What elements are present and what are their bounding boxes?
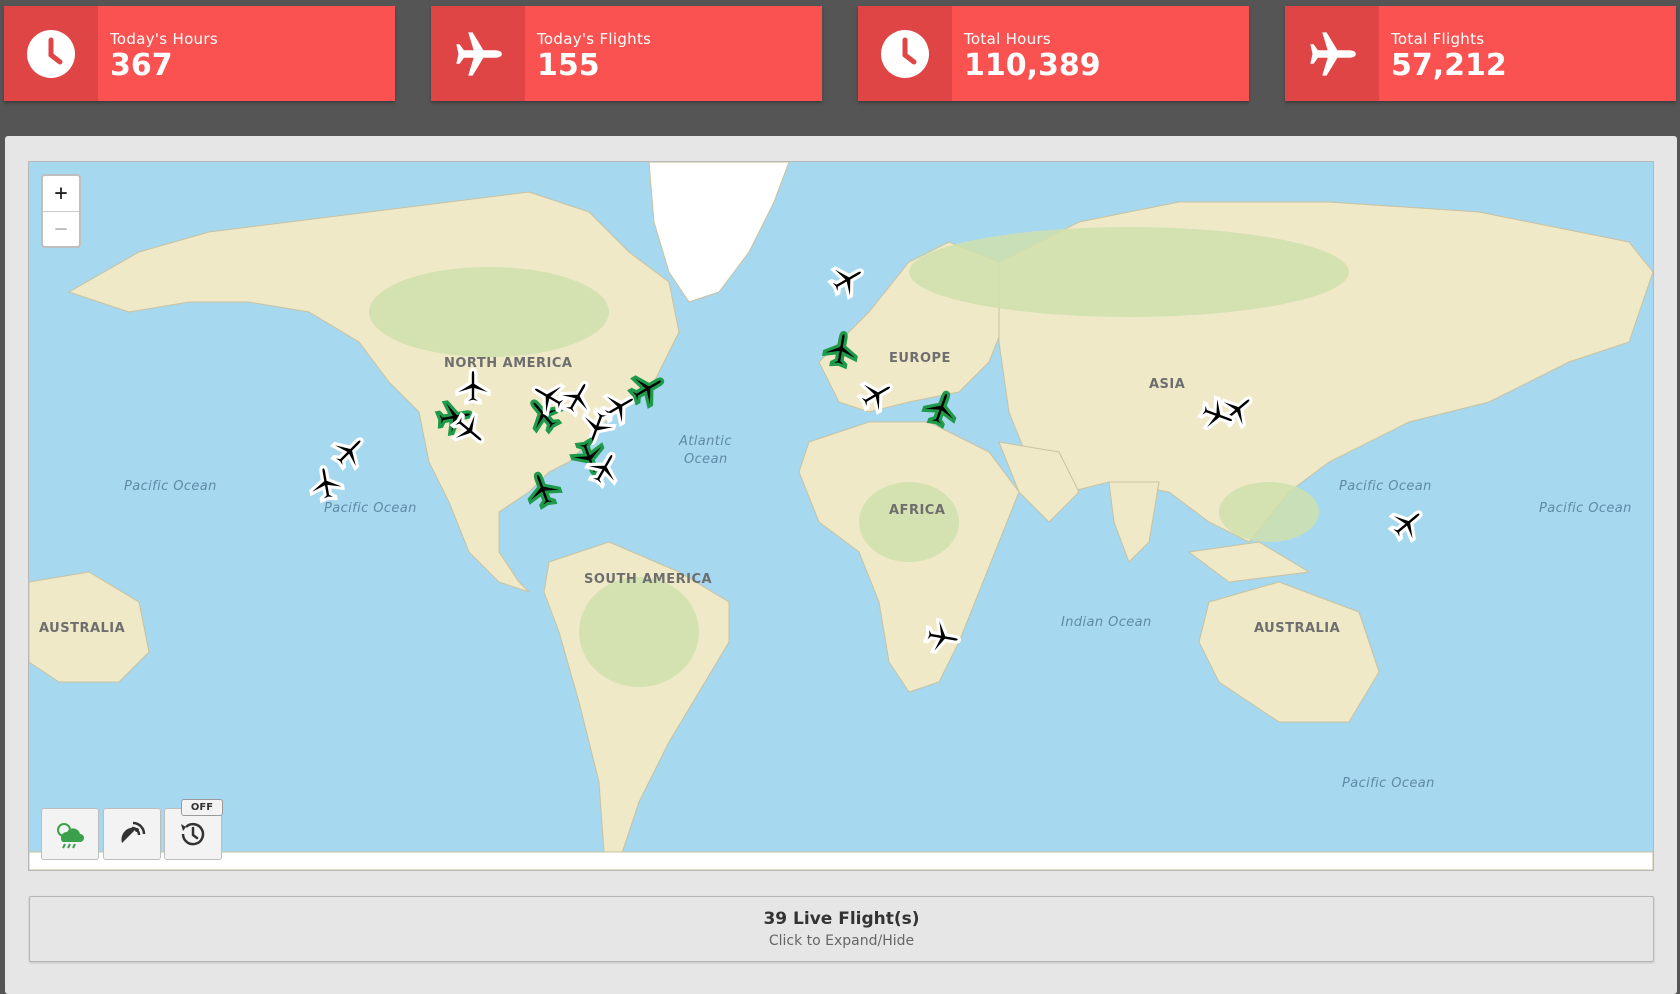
label-asia: ASIA: [1149, 377, 1185, 392]
zoom-out-button[interactable]: −: [43, 212, 79, 247]
map-panel: NORTH AMERICA SOUTH AMERICA EUROPE AFRIC…: [5, 136, 1677, 994]
stat-card-todays-flights: Today's Flights 155: [431, 6, 822, 101]
plane-icon: [456, 31, 502, 76]
label-pacific-5: Pacific Ocean: [1342, 776, 1435, 791]
zoom-control: + −: [41, 174, 81, 248]
label-indian: Indian Ocean: [1061, 615, 1152, 630]
label-europe: EUROPE: [889, 351, 951, 366]
stat-label: Total Flights: [1391, 30, 1485, 48]
stat-card-todays-hours: Today's Hours 367: [4, 6, 395, 101]
plane-icon: [1310, 31, 1356, 76]
world-map[interactable]: NORTH AMERICA SOUTH AMERICA EUROPE AFRIC…: [28, 161, 1654, 871]
label-pacific-1: Pacific Ocean: [124, 479, 217, 494]
label-pacific-3: Pacific Ocean: [1339, 479, 1432, 494]
stat-value: 367: [110, 48, 173, 83]
label-pacific-4: Pacific Ocean: [1539, 501, 1632, 516]
expand-hide-hint: Click to Expand/Hide: [768, 933, 915, 949]
label-australia-east: AUSTRALIA: [1254, 621, 1340, 636]
label-pacific-2: Pacific Ocean: [324, 501, 417, 516]
stat-card-total-hours: Total Hours 110,389: [858, 6, 1249, 101]
stat-label: Today's Flights: [537, 30, 652, 48]
stat-label: Today's Hours: [110, 30, 218, 48]
replay-status-badge: OFF: [181, 799, 223, 816]
weather-icon: [57, 823, 84, 849]
live-flights-count: 39 Live Flight(s): [763, 909, 920, 929]
history-icon: [181, 822, 205, 846]
map-base-layer: NORTH AMERICA SOUTH AMERICA EUROPE AFRIC…: [29, 162, 1653, 870]
live-flights-toggle[interactable]: 39 Live Flight(s) Click to Expand/Hide: [29, 896, 1654, 962]
clock-icon: [881, 29, 929, 78]
clock-icon: [27, 29, 75, 78]
satellite-dish-icon: [121, 821, 146, 843]
stat-value: 110,389: [964, 48, 1101, 83]
stat-label: Total Hours: [964, 30, 1052, 48]
radar-layer-button[interactable]: [103, 808, 161, 860]
zoom-in-button[interactable]: +: [43, 176, 79, 212]
label-north-america: NORTH AMERICA: [444, 356, 572, 371]
stat-value: 155: [537, 48, 600, 83]
label-australia-west: AUSTRALIA: [39, 621, 125, 636]
label-africa: AFRICA: [889, 503, 945, 518]
label-atlantic-2: Ocean: [684, 452, 728, 467]
label-atlantic-1: Atlantic: [678, 434, 732, 449]
weather-layer-button[interactable]: [41, 808, 99, 860]
stat-card-total-flights: Total Flights 57,212: [1285, 6, 1676, 101]
stat-value: 57,212: [1391, 48, 1507, 83]
label-south-america: SOUTH AMERICA: [584, 572, 712, 587]
